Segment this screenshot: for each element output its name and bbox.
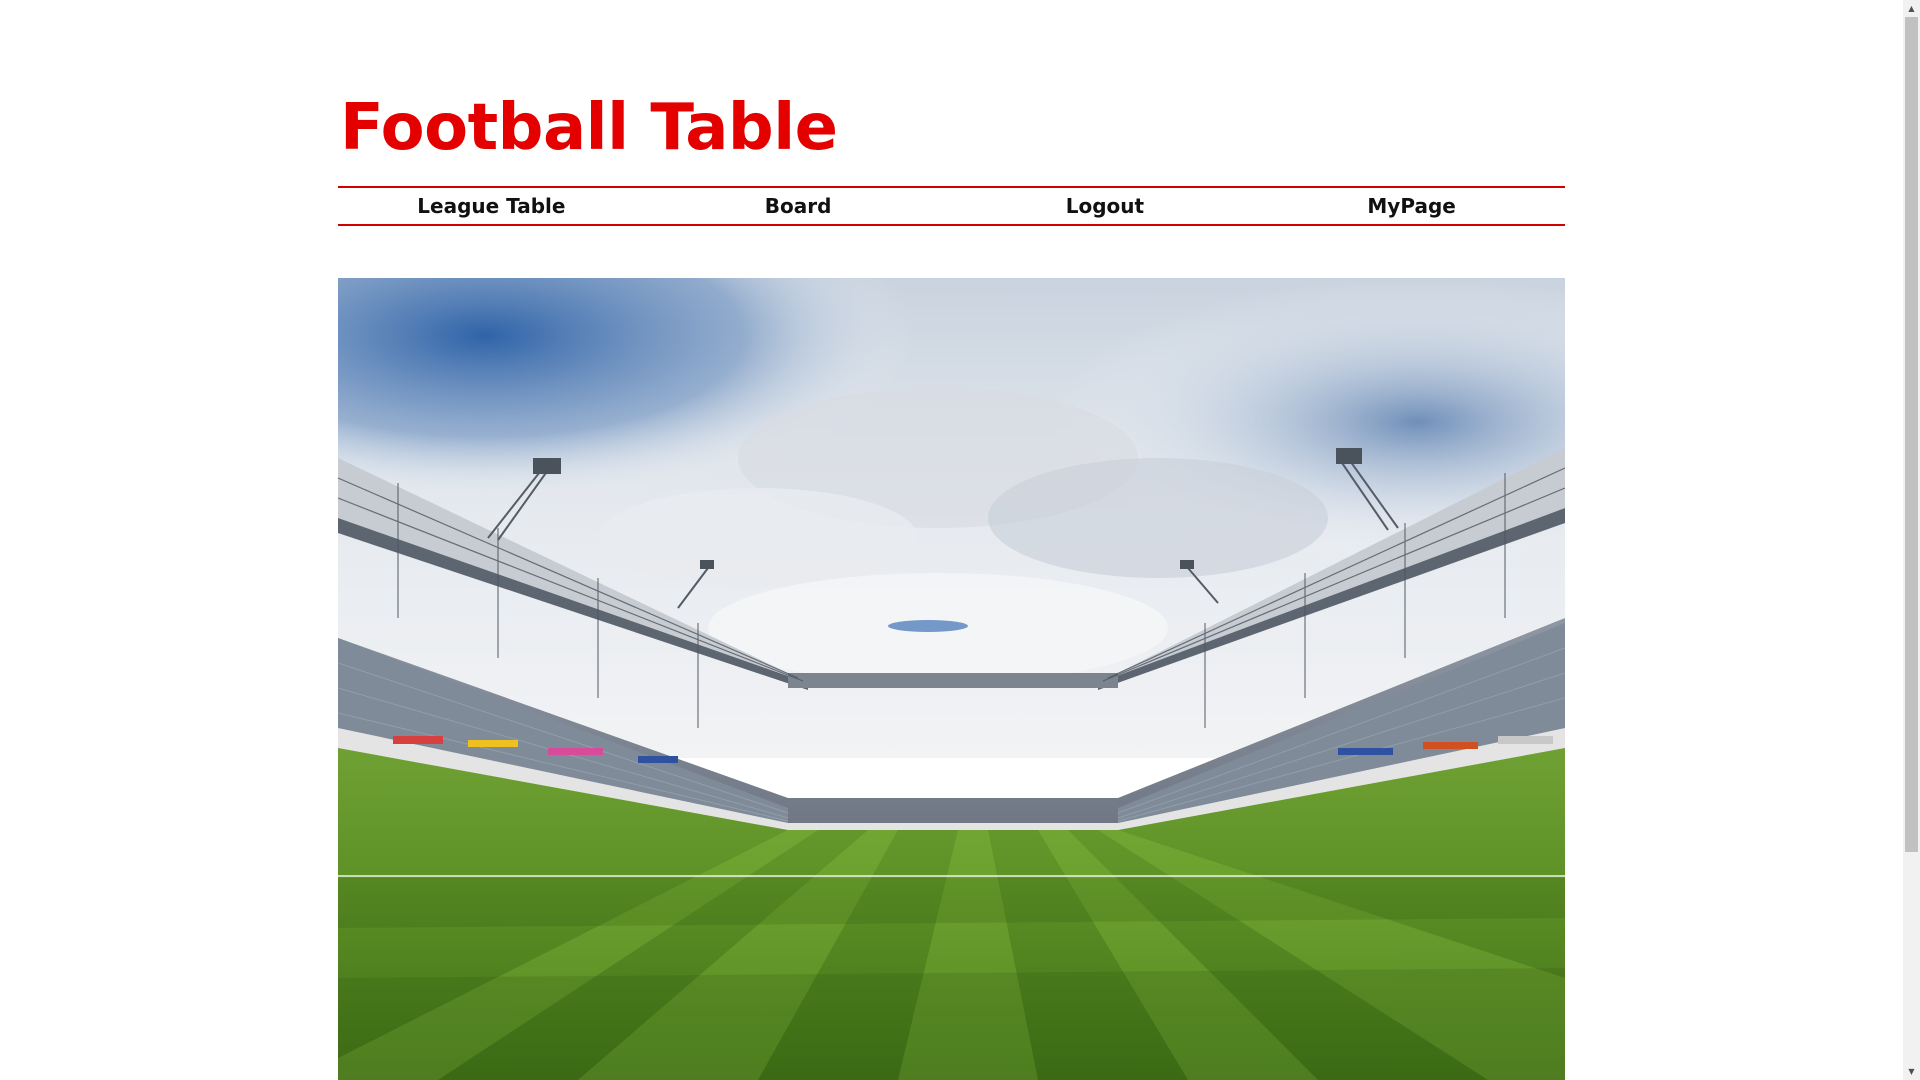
nav-logout[interactable]: Logout	[952, 188, 1259, 224]
stadium-hero-image	[338, 278, 1565, 1080]
nav-league-table[interactable]: League Table	[338, 188, 645, 224]
nav-mypage[interactable]: MyPage	[1258, 188, 1565, 224]
chevron-down-icon[interactable]: ▼	[1903, 1063, 1920, 1080]
stadium-photo	[338, 278, 1565, 1080]
site-title: Football Table	[340, 91, 838, 165]
page: Football Table League Table Board Logout…	[0, 0, 1920, 1080]
nav-board[interactable]: Board	[645, 188, 952, 224]
chevron-up-icon[interactable]: ▲	[1903, 0, 1920, 17]
scrollbar-thumb[interactable]	[1905, 17, 1918, 852]
vertical-scrollbar[interactable]: ▲ ▼	[1903, 0, 1920, 1080]
main-nav: League Table Board Logout MyPage	[338, 186, 1565, 226]
